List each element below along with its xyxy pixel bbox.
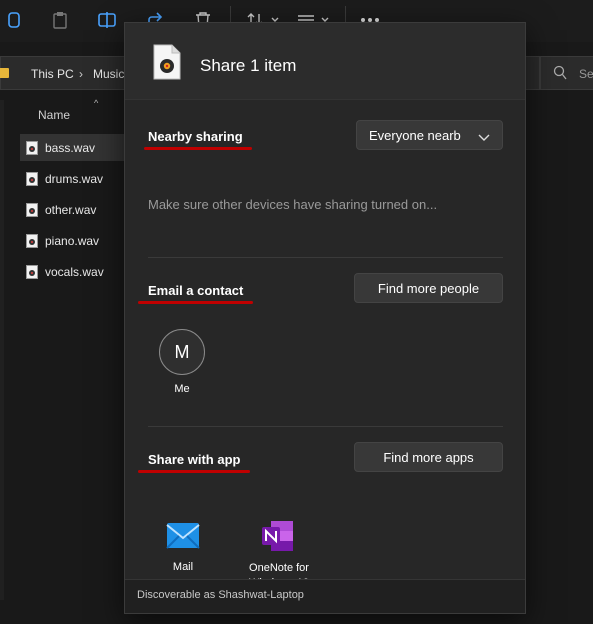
copy-icon[interactable]: [2, 8, 26, 32]
sort-up-icon: ^: [94, 98, 99, 108]
breadcrumb-this-pc[interactable]: This PC: [31, 67, 74, 81]
chevron-down-icon: [478, 130, 490, 145]
navigation-pane-edge: [0, 100, 4, 600]
audio-file-icon: [26, 202, 38, 217]
annotation-underline: [144, 147, 252, 150]
section-divider: [148, 257, 503, 258]
audio-file-icon: [153, 44, 181, 80]
email-contact-title: Email a contact: [148, 283, 244, 298]
section-divider: [148, 426, 503, 427]
find-more-people-button[interactable]: Find more people: [354, 273, 503, 303]
share-with-app-title: Share with app: [148, 452, 241, 467]
nearby-sharing-dropdown[interactable]: Everyone nearb: [356, 120, 503, 150]
audio-file-icon: [26, 171, 38, 186]
file-name: drums.wav: [45, 171, 104, 186]
share-dialog: Share 1 item Nearby sharing Everyone nea…: [124, 22, 526, 614]
share-body: Nearby sharing Everyone nearb Make sure …: [125, 100, 525, 589]
file-name: other.wav: [45, 202, 97, 217]
annotation-underline: [138, 470, 250, 473]
chevron-right-icon: ›: [79, 67, 83, 81]
audio-file-icon: [26, 233, 38, 248]
annotation-underline: [138, 301, 253, 304]
audio-file-icon: [26, 140, 38, 155]
file-name: vocals.wav: [45, 264, 104, 279]
breadcrumb-music[interactable]: Music: [93, 67, 124, 81]
audio-file-icon: [26, 264, 38, 279]
share-header: Share 1 item: [125, 23, 525, 100]
onenote-icon: [261, 520, 295, 557]
rename-icon[interactable]: [95, 8, 119, 32]
app-mail[interactable]: Mail: [153, 518, 213, 578]
paste-icon[interactable]: [48, 8, 72, 32]
dialog-title: Share 1 item: [200, 56, 297, 75]
find-more-apps-button[interactable]: Find more apps: [354, 442, 503, 472]
file-name: piano.wav: [45, 233, 100, 248]
mail-icon: [166, 520, 200, 555]
folder-icon: [0, 68, 9, 78]
column-header-name[interactable]: Name: [38, 108, 70, 122]
file-name: bass.wav: [45, 140, 96, 155]
search-input[interactable]: Se: [540, 56, 593, 90]
nearby-sharing-title: Nearby sharing: [148, 129, 243, 144]
search-icon: [553, 65, 567, 86]
contact-avatar[interactable]: M: [159, 329, 205, 375]
discoverable-status: Discoverable as Shashwat-Laptop: [137, 589, 304, 601]
nearby-sharing-hint: Make sure other devices have sharing tur…: [148, 197, 438, 212]
search-placeholder: Se: [579, 67, 593, 81]
share-footer: Discoverable as Shashwat-Laptop: [125, 579, 525, 613]
contact-name: Me: [174, 383, 190, 395]
dropdown-value: Everyone nearb: [369, 127, 461, 143]
app-label: Mail: [172, 561, 194, 573]
